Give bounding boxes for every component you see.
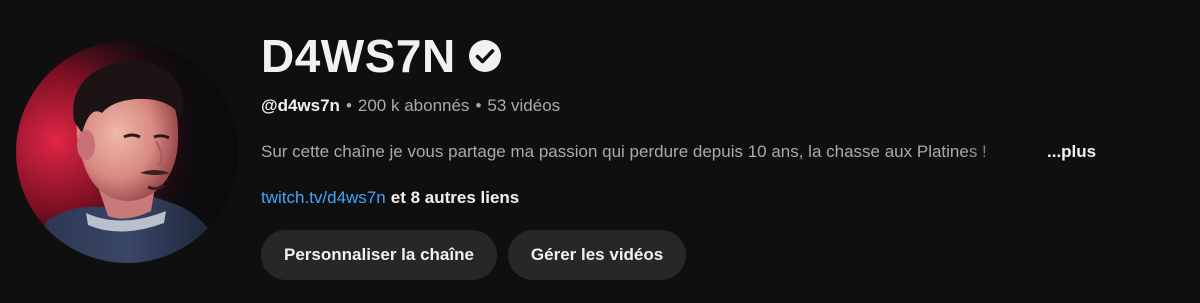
subscriber-count: 200 k abonnés <box>357 96 470 115</box>
channel-meta: @d4ws7n • 200 k abonnés • 53 vidéos <box>261 94 1181 118</box>
channel-description[interactable]: Sur cette chaîne je vous partage ma pass… <box>261 140 1047 164</box>
meta-separator: • <box>475 96 482 115</box>
check-circle-icon <box>468 39 502 73</box>
description-row[interactable]: Sur cette chaîne je vous partage ma pass… <box>261 140 1181 164</box>
channel-header: D4WS7N @d4ws7n • 200 k abonnés • 53 vidéos S… <box>0 0 1200 303</box>
channel-name: D4WS7N <box>261 30 456 82</box>
manage-videos-button[interactable]: Gérer les vidéos <box>507 230 687 280</box>
links-row: twitch.tv/d4ws7n et 8 autres liens <box>261 186 1181 210</box>
meta-separator: • <box>345 96 352 115</box>
channel-actions: Personnaliser la chaîne Gérer les vidéos <box>261 230 1181 280</box>
channel-avatar[interactable] <box>16 41 238 263</box>
video-count: 53 vidéos <box>487 96 561 115</box>
twitch-link[interactable]: twitch.tv/d4ws7n <box>261 188 386 207</box>
description-more-link[interactable]: ...plus <box>1047 140 1096 164</box>
more-links-button[interactable]: et 8 autres liens <box>391 188 520 207</box>
customize-channel-button[interactable]: Personnaliser la chaîne <box>261 230 497 280</box>
avatar-portrait <box>16 41 238 263</box>
title-row: D4WS7N <box>261 28 1181 84</box>
channel-handle: @d4ws7n <box>261 96 340 115</box>
channel-info: D4WS7N @d4ws7n • 200 k abonnés • 53 vidéos S… <box>261 28 1181 280</box>
